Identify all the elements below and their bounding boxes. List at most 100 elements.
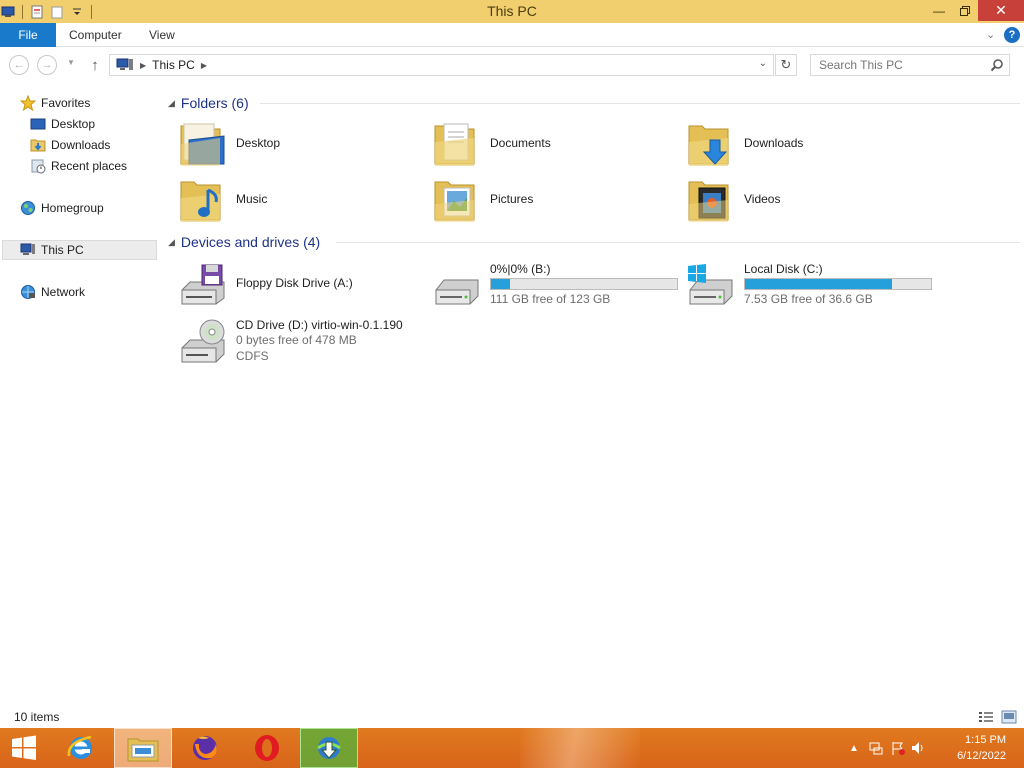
folder-name: Pictures	[490, 192, 534, 206]
nav-item-downloads[interactable]: Downloads	[30, 135, 110, 155]
restore-icon	[960, 5, 970, 16]
nav-item-label: Desktop	[51, 117, 96, 131]
drive-free-space: 7.53 GB free of 36.6 GB	[744, 292, 873, 306]
close-button[interactable]: ✕	[978, 0, 1024, 21]
floppy-drive-icon	[181, 264, 225, 305]
navigation-pane: Favorites Desktop Downloads Recent place…	[0, 86, 158, 706]
devices-header-label: Devices and drives (4)	[180, 234, 321, 250]
drive-free-space: 0 bytes free of 478 MB	[236, 333, 357, 347]
downloads-folder-icon	[30, 137, 46, 153]
taskbar-download-manager[interactable]	[300, 728, 358, 768]
folder-tile-documents[interactable]: Documents	[432, 118, 682, 168]
navigation-bar: ← → ▼ ↑ ▶ This PC ▶ ⌄ ↻	[0, 49, 1024, 81]
nav-this-pc[interactable]: This PC	[2, 240, 157, 260]
forward-button[interactable]: →	[37, 55, 57, 75]
nav-item-recent-places[interactable]: Recent places	[30, 156, 127, 176]
breadcrumb-arrow-icon[interactable]: ▶	[140, 61, 146, 70]
devices-group-header[interactable]: ◢ Devices and drives (4)	[168, 232, 320, 252]
action-center-flag-icon[interactable]	[890, 740, 906, 756]
folders-header-label: Folders (6)	[180, 95, 249, 111]
folder-tile-downloads[interactable]: Downloads	[686, 118, 936, 168]
recent-places-icon	[30, 158, 46, 174]
details-view-icon[interactable]	[978, 709, 994, 725]
drive-name: CD Drive (D:) virtio-win-0.1.190	[236, 318, 403, 332]
folder-tile-pictures[interactable]: Pictures	[432, 174, 682, 224]
refresh-button[interactable]: ↻	[775, 54, 797, 76]
nav-homegroup[interactable]: Homegroup	[20, 198, 104, 218]
tab-computer[interactable]: Computer	[69, 23, 122, 47]
clock-date: 6/12/2022	[957, 750, 1006, 762]
drive-b[interactable]: 0%|0% (B:) 111 GB free of 123 GB	[432, 260, 682, 310]
drive-cd-d[interactable]: CD Drive (D:) virtio-win-0.1.190 0 bytes…	[178, 316, 428, 368]
folder-tile-desktop[interactable]: Desktop	[178, 118, 428, 168]
folders-group-header[interactable]: ◢ Folders (6)	[168, 93, 249, 113]
address-dropdown-icon[interactable]: ⌄	[759, 58, 767, 69]
start-button[interactable]	[0, 728, 48, 768]
taskbar-file-explorer[interactable]	[114, 728, 172, 768]
up-button[interactable]: ↑	[86, 55, 104, 75]
network-tray-icon[interactable]	[868, 740, 884, 756]
nav-item-desktop[interactable]: Desktop	[30, 114, 95, 134]
music-folder-icon	[180, 181, 221, 222]
nav-item-label: Downloads	[51, 138, 111, 152]
star-icon	[20, 95, 36, 111]
nav-homegroup-label: Homegroup	[41, 201, 104, 215]
search-input[interactable]	[811, 55, 981, 75]
homegroup-icon	[20, 200, 36, 216]
drive-name: Local Disk (C:)	[744, 262, 823, 276]
pictures-folder-icon	[434, 181, 475, 222]
system-tray: ▲ 1:15 PM 6/12/2022	[844, 728, 1024, 768]
collapse-triangle-icon[interactable]: ◢	[168, 98, 175, 109]
taskbar-internet-explorer[interactable]	[52, 728, 110, 768]
nav-network[interactable]: Network	[20, 282, 85, 302]
search-box[interactable]	[810, 54, 1010, 76]
tab-file[interactable]: File	[0, 23, 56, 47]
expand-ribbon-icon[interactable]: ⌄	[986, 28, 1000, 42]
taskbar-firefox[interactable]	[176, 728, 234, 768]
taskbar: ▲ 1:15 PM 6/12/2022	[0, 728, 1024, 768]
item-count: 10 items	[14, 710, 60, 724]
search-icon[interactable]	[990, 58, 1004, 72]
system-drive-icon	[688, 264, 733, 305]
folder-tile-videos[interactable]: Videos	[686, 174, 936, 224]
nav-favorites-label: Favorites	[41, 96, 91, 110]
address-bar[interactable]: ▶ This PC ▶ ⌄	[109, 54, 774, 76]
nav-favorites[interactable]: Favorites	[20, 93, 90, 113]
firefox-icon	[193, 736, 217, 760]
group-divider	[260, 103, 1020, 104]
taskbar-opera[interactable]	[238, 728, 296, 768]
folder-name: Desktop	[236, 136, 281, 150]
volume-icon[interactable]	[910, 740, 926, 756]
nav-network-label: Network	[41, 285, 86, 299]
content-pane: ◢ Folders (6) Desktop Documents Download…	[160, 86, 1024, 706]
tab-view[interactable]: View	[149, 23, 175, 47]
folder-tile-music[interactable]: Music	[178, 174, 428, 224]
clock[interactable]: 1:15 PM 6/12/2022	[946, 732, 1006, 764]
ribbon: File Computer View ⌄ ?	[0, 23, 1024, 47]
help-icon[interactable]: ?	[1004, 27, 1020, 43]
drive-usage-fill	[491, 279, 510, 289]
opera-icon	[255, 735, 279, 761]
breadcrumb-arrow-icon[interactable]: ▶	[201, 61, 207, 70]
group-divider	[336, 242, 1020, 243]
back-button[interactable]: ←	[9, 55, 29, 75]
restore-button[interactable]	[952, 0, 978, 21]
desktop-folder-icon	[180, 123, 225, 166]
cd-drive-icon	[181, 319, 225, 363]
status-bar: 10 items	[0, 706, 1024, 728]
show-hidden-icons-icon[interactable]: ▲	[846, 740, 862, 756]
clock-time: 1:15 PM	[965, 734, 1006, 746]
minimize-button[interactable]: —	[926, 0, 952, 21]
drive-name: Floppy Disk Drive (A:)	[236, 276, 353, 290]
collapse-triangle-icon[interactable]: ◢	[168, 237, 175, 248]
drive-file-system: CDFS	[236, 349, 269, 363]
downloads-folder-icon	[688, 125, 729, 166]
drive-c[interactable]: Local Disk (C:) 7.53 GB free of 36.6 GB	[686, 260, 936, 310]
large-icons-view-icon[interactable]	[1001, 709, 1017, 725]
breadcrumb-this-pc[interactable]: This PC	[152, 58, 195, 72]
folder-name: Music	[236, 192, 268, 206]
recent-locations-icon[interactable]: ▼	[67, 58, 75, 67]
drive-floppy-a[interactable]: Floppy Disk Drive (A:)	[178, 260, 428, 310]
taskbar-glare	[520, 728, 640, 768]
folder-name: Documents	[490, 136, 551, 150]
